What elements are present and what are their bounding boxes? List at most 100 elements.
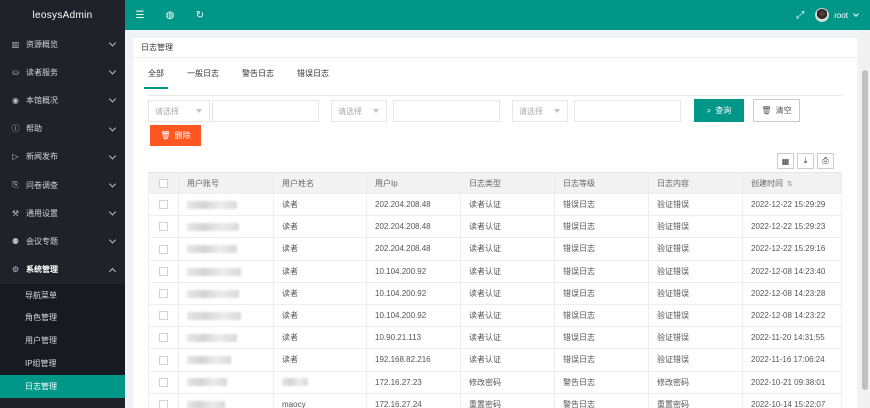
- columns-filter-icon[interactable]: ▦: [777, 153, 794, 169]
- page-scrollbar[interactable]: [860, 30, 870, 408]
- tab-error[interactable]: 错误日志: [297, 68, 329, 89]
- refresh-icon[interactable]: ↻: [185, 0, 215, 30]
- sidebar-item-1[interactable]: ⛀ 读者服务: [0, 58, 125, 86]
- tab-general[interactable]: 一般日志: [187, 68, 219, 89]
- filter-select-2[interactable]: 请选择: [331, 100, 387, 122]
- cell-level: 错误日志: [554, 260, 649, 283]
- tab-all[interactable]: 全部: [144, 68, 168, 89]
- table-row[interactable]: 172.16.27.23 修改密码 警告日志 修改密码 2022-10-21 09:38…: [148, 371, 842, 394]
- checkbox[interactable]: [159, 289, 168, 299]
- sidebar-item-3[interactable]: ⓘ 帮助: [0, 115, 125, 143]
- submenu-item-2[interactable]: 用户管理: [0, 329, 125, 352]
- checkbox[interactable]: [159, 311, 168, 321]
- scrollbar-thumb[interactable]: [862, 70, 868, 390]
- submenu-item-3[interactable]: IP组管理: [0, 352, 125, 375]
- redacted-block: [187, 400, 225, 408]
- sidebar-item-7[interactable]: ⚉ 会议专题: [0, 227, 125, 255]
- checkbox[interactable]: [159, 244, 168, 254]
- globe-icon[interactable]: ◍: [155, 0, 185, 30]
- checkbox[interactable]: [159, 222, 168, 232]
- row-checkbox-cell[interactable]: [148, 260, 179, 283]
- sidebar-item-8[interactable]: ⚙ 系统管理: [0, 256, 125, 284]
- table-row[interactable]: 读者 202.204.208.48 读者认证 错误日志 验证错误 2022-12-22 1…: [148, 193, 842, 217]
- cell-time: 2022-10-14 15:22:07: [742, 393, 842, 408]
- cell-account: [178, 282, 274, 305]
- select-all-checkbox[interactable]: [148, 172, 179, 194]
- table-row[interactable]: maocy 172.16.27.24 重置密码 警告日志 重置密码 2022-10-14 …: [148, 393, 842, 408]
- filter-select-3[interactable]: 请选择: [512, 100, 568, 122]
- tab-warning[interactable]: 警告日志: [242, 68, 274, 89]
- search-button-label: 查询: [715, 106, 732, 115]
- chevron-icon: [108, 236, 117, 244]
- row-checkbox-cell[interactable]: [148, 393, 179, 408]
- filter-input-3[interactable]: [574, 100, 681, 122]
- table-row[interactable]: 读者 202.204.208.48 读者认证 错误日志 验证错误 2022-12-22 1…: [148, 237, 842, 261]
- cell-account: [178, 393, 274, 408]
- chevron-down-icon[interactable]: [853, 11, 859, 17]
- print-icon[interactable]: ⎙: [817, 153, 834, 169]
- checkbox[interactable]: [159, 399, 168, 408]
- checkbox[interactable]: [159, 178, 168, 188]
- cell-ip: 10.104.200.92: [366, 282, 461, 305]
- sidebar-item-6[interactable]: ⚒ 通用设置: [0, 199, 125, 227]
- fullscreen-icon[interactable]: ⤢: [785, 0, 815, 30]
- cell-ip: 192.168.82.216: [366, 348, 461, 372]
- cell-account: [178, 304, 274, 328]
- filter-input-2[interactable]: [393, 100, 500, 122]
- cell-name: 读者: [273, 326, 367, 350]
- submenu-item-4[interactable]: 日志管理: [0, 374, 125, 398]
- avatar[interactable]: [815, 8, 830, 22]
- cell-level: 错误日志: [554, 193, 649, 217]
- cell-type: 读者认证: [460, 215, 555, 239]
- filter-input-1[interactable]: [212, 100, 319, 122]
- user-name[interactable]: root: [834, 11, 848, 20]
- row-checkbox-cell[interactable]: [148, 282, 179, 305]
- sort-icon[interactable]: ⇅: [787, 180, 793, 188]
- row-checkbox-cell[interactable]: [148, 326, 179, 350]
- row-checkbox-cell[interactable]: [148, 371, 179, 394]
- table-row[interactable]: 读者 10.104.200.92 读者认证 错误日志 验证错误 2022-12-08 14…: [148, 282, 842, 305]
- sidebar-item-0[interactable]: ▥ 资源概览: [0, 30, 125, 58]
- submenu-item-0[interactable]: 导航菜单: [0, 284, 125, 307]
- cell-account: [178, 326, 274, 350]
- clear-button[interactable]: 🗑︎ 清空: [753, 99, 800, 122]
- cell-type: 读者认证: [460, 237, 555, 261]
- table-row[interactable]: 读者 202.204.208.48 读者认证 错误日志 验证错误 2022-12-22 1…: [148, 215, 842, 239]
- app-logo[interactable]: leosysAdmin: [0, 0, 125, 30]
- top-bar: ☰ ◍ ↻ ⤢ root: [125, 0, 870, 30]
- row-checkbox-cell[interactable]: [148, 215, 179, 239]
- row-checkbox-cell[interactable]: [148, 237, 179, 261]
- log-tabs: 全部 一般日志 警告日志 错误日志: [144, 68, 352, 89]
- cell-type: 读者认证: [460, 326, 555, 350]
- cell-ip: 10.104.200.92: [366, 304, 461, 328]
- table-row[interactable]: 读者 192.168.82.216 读者认证 错误日志 验证错误 2022-11-16 1…: [148, 348, 842, 372]
- sidebar-item-5[interactable]: ⎘ 问卷调查: [0, 171, 125, 199]
- menu-toggle-icon[interactable]: ☰: [125, 0, 155, 30]
- checkbox[interactable]: [159, 333, 168, 343]
- col-header-time[interactable]: 创建时间 ⇅: [742, 172, 842, 194]
- filter-select-1[interactable]: 请选择: [148, 100, 210, 122]
- redacted-block: [187, 245, 237, 254]
- export-icon[interactable]: ⤓: [797, 153, 814, 169]
- table-row[interactable]: 读者 10.90.21.113 读者认证 错误日志 验证错误 2022-11-20 14:…: [148, 326, 842, 350]
- clear-button-label: 清空: [775, 106, 792, 115]
- delete-button[interactable]: 🗑︎ 删除: [150, 125, 201, 146]
- row-checkbox-cell[interactable]: [148, 193, 179, 217]
- checkbox[interactable]: [159, 355, 168, 365]
- table-row[interactable]: 读者 10.104.200.92 读者认证 错误日志 验证错误 2022-12-08 14…: [148, 304, 842, 328]
- submenu-item-1[interactable]: 角色管理: [0, 306, 125, 329]
- cell-content: 验证错误: [648, 282, 743, 305]
- checkbox[interactable]: [159, 266, 168, 276]
- redacted-block: [187, 289, 239, 298]
- cell-name: 读者: [273, 260, 367, 283]
- row-checkbox-cell[interactable]: [148, 304, 179, 328]
- table-row[interactable]: 读者 10.104.200.92 读者认证 错误日志 验证错误 2022-12-08 14…: [148, 260, 842, 283]
- sidebar-item-2[interactable]: ◉ 本馆概况: [0, 86, 125, 114]
- checkbox[interactable]: [159, 377, 168, 387]
- row-checkbox-cell[interactable]: [148, 348, 179, 372]
- checkbox[interactable]: [159, 200, 168, 210]
- cell-level: 错误日志: [554, 348, 649, 372]
- sidebar-item-4[interactable]: ▷ 新闻发布: [0, 143, 125, 171]
- search-button[interactable]: ⌕ 查询: [694, 99, 744, 122]
- cell-level: 错误日志: [554, 304, 649, 328]
